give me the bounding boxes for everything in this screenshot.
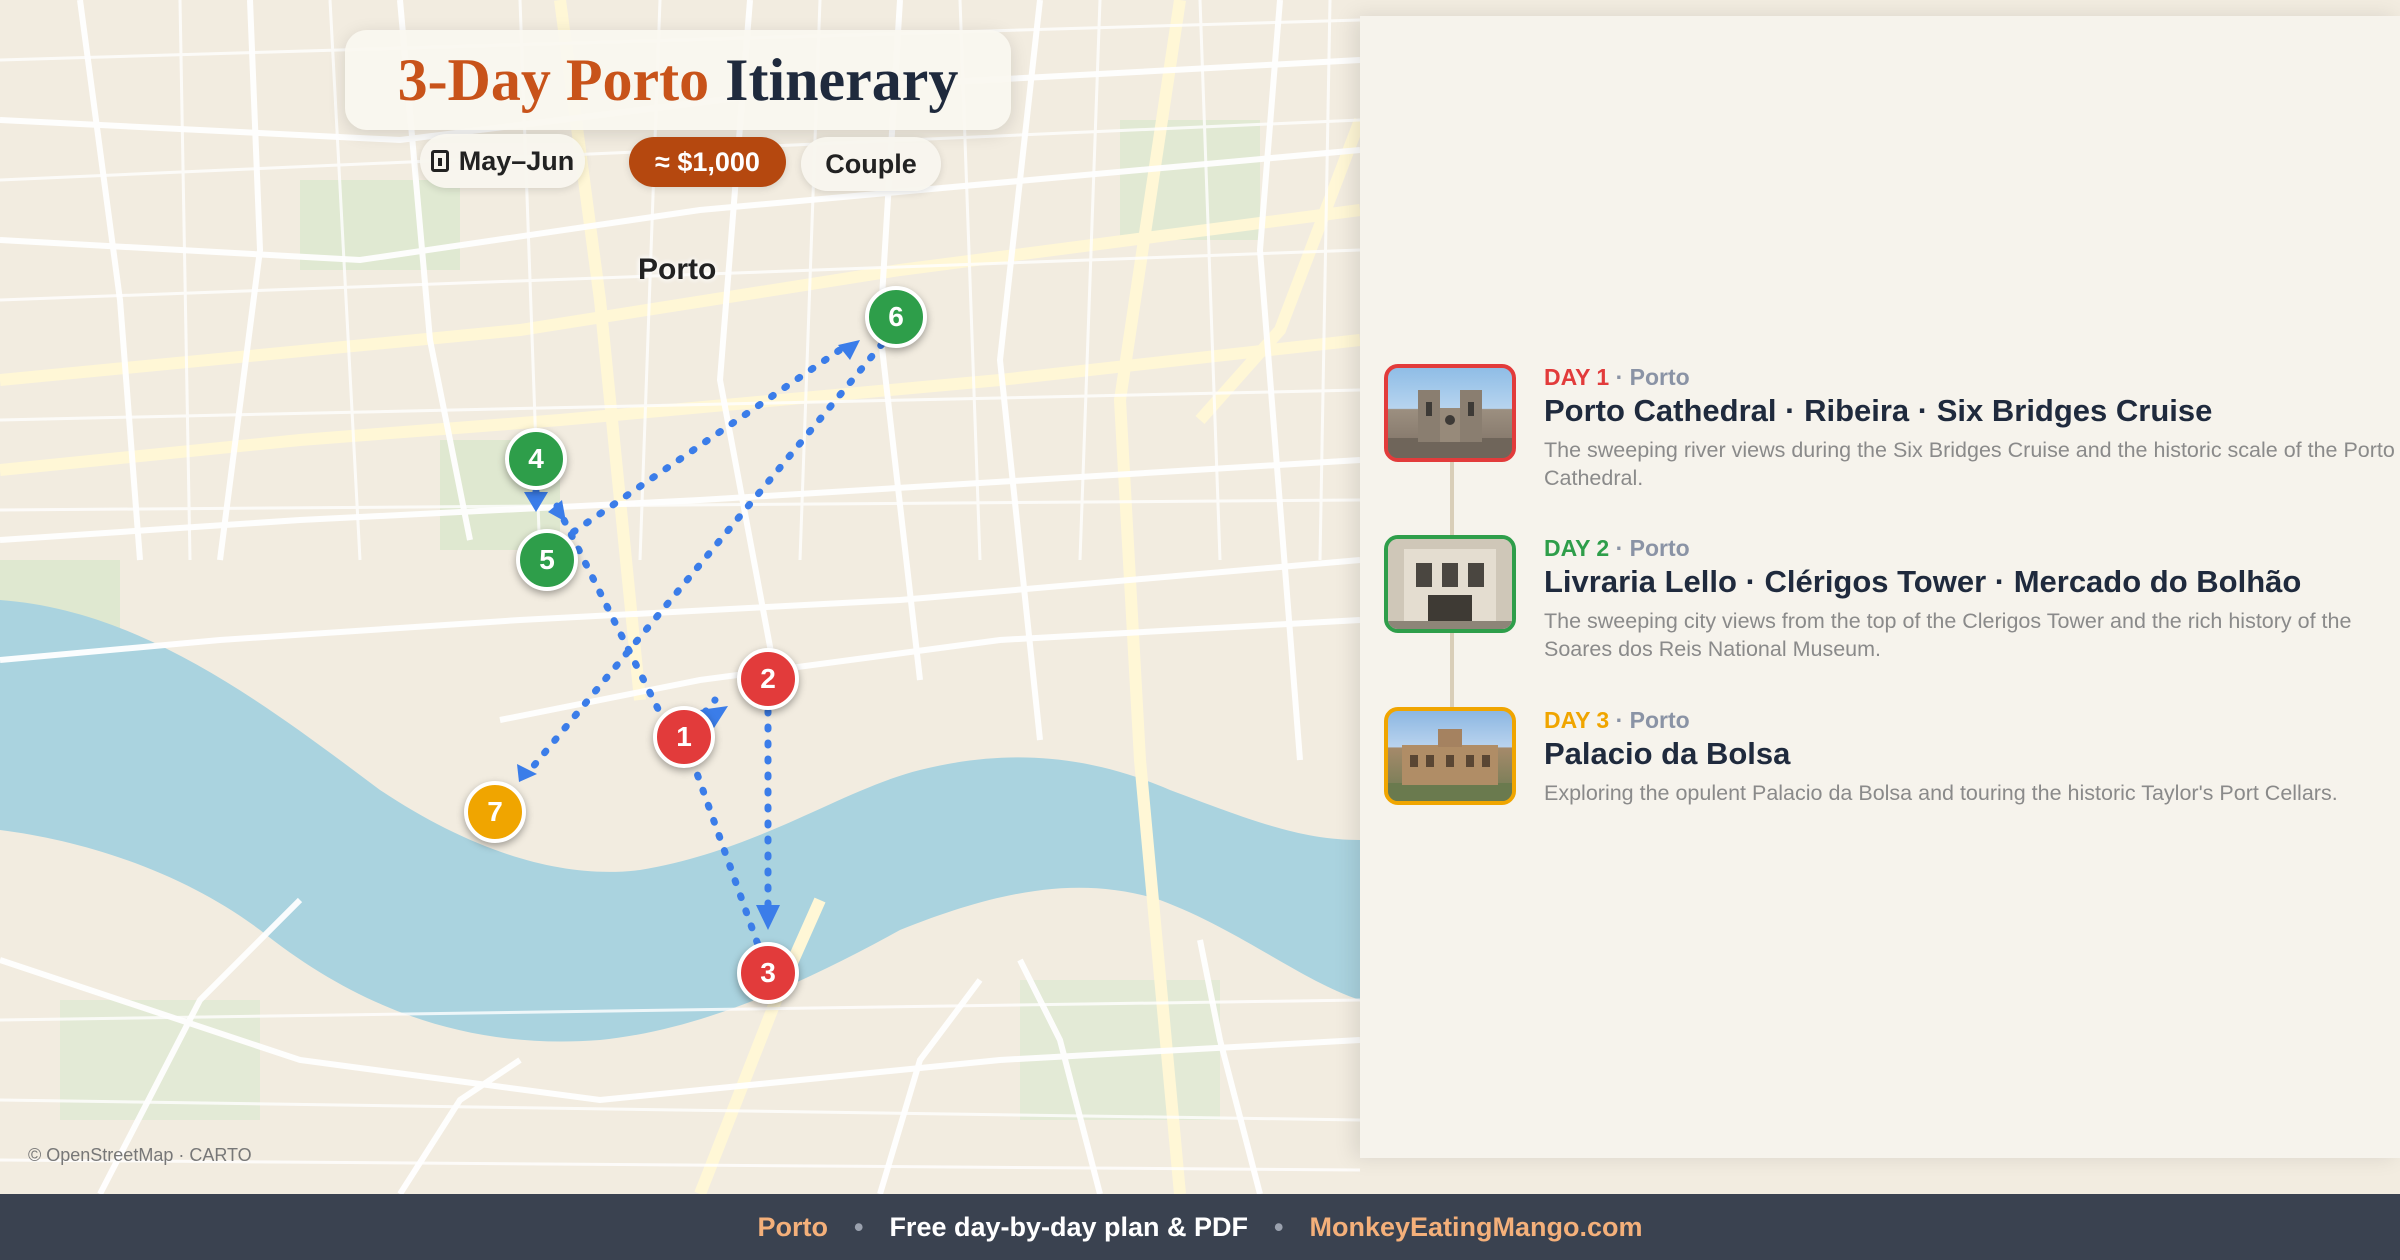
map-marker-6[interactable]: 6: [865, 286, 927, 348]
map-marker-3[interactable]: 3: [737, 942, 799, 1004]
travelers-label: Couple: [825, 148, 917, 179]
title-suffix: Itinerary: [725, 46, 959, 113]
day-3-thumbnail: [1384, 707, 1516, 805]
day-1-place: · Porto: [1615, 364, 1690, 390]
season-label: May–Jun: [458, 145, 575, 176]
day-2-description: The sweeping city views from the top of …: [1544, 609, 2352, 661]
season-badge: May–Jun: [420, 134, 585, 188]
footer-bar: Porto • Free day-by-day plan & PDF • Mon…: [0, 1194, 2400, 1260]
city-map-label: Porto: [638, 253, 717, 286]
day-1-title: Porto Cathedral · Ribeira · Six Bridges …: [1544, 393, 2213, 428]
title-highlight: 3-Day Porto: [397, 46, 710, 113]
map-marker-1[interactable]: 1: [653, 706, 715, 768]
travelers-badge: Couple: [801, 137, 941, 191]
calendar-icon: [430, 150, 449, 172]
day-2-thumbnail: [1384, 535, 1516, 633]
day-2-place: · Porto: [1615, 535, 1690, 561]
day-2-label: DAY 2: [1544, 535, 1610, 561]
day-3-place: · Porto: [1615, 707, 1690, 733]
itinerary-title-card: 3-Day Porto Itinerary: [345, 30, 1011, 130]
day-2-title: Livraria Lello · Clérigos Tower · Mercad…: [1544, 564, 2302, 599]
map-marker-7[interactable]: 7: [464, 781, 526, 843]
day-3-description: Exploring the opulent Palacio da Bolsa a…: [1544, 781, 2338, 805]
footer-separator-1: •: [853, 1211, 864, 1242]
day-1-description: The sweeping river views during the Six …: [1544, 438, 2395, 490]
day-3-title: Palacio da Bolsa: [1544, 736, 1791, 771]
day-1-label: DAY 1: [1544, 364, 1610, 390]
day-3-label: DAY 3: [1544, 707, 1610, 733]
map-attribution[interactable]: © OpenStreetMap · CARTO: [28, 1145, 252, 1166]
footer-separator-2: •: [1274, 1211, 1284, 1242]
budget-badge: ≈ $1,000: [629, 137, 786, 187]
footer-tagline: Free day-by-day plan & PDF: [889, 1211, 1249, 1242]
budget-label: ≈ $1,000: [655, 146, 760, 177]
day-1-thumbnail: [1384, 364, 1516, 462]
map-marker-5[interactable]: 5: [516, 529, 578, 591]
footer-city: Porto: [757, 1211, 828, 1242]
footer-site-link[interactable]: MonkeyEatingMango.com: [1309, 1212, 1642, 1243]
map-marker-4[interactable]: 4: [505, 428, 567, 490]
map-marker-2[interactable]: 2: [737, 648, 799, 710]
